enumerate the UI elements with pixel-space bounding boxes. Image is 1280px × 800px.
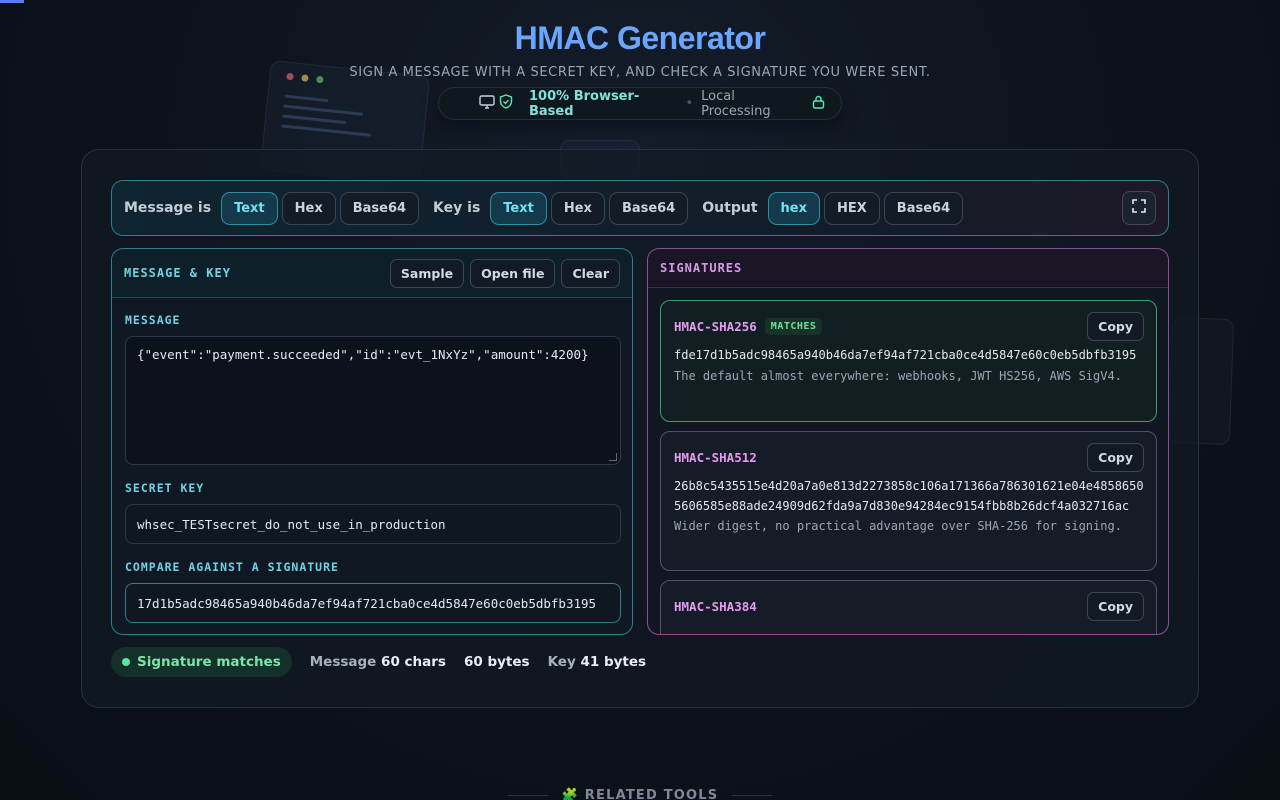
message-format-text[interactable]: Text (221, 191, 278, 225)
message-format-base64[interactable]: Base64 (339, 191, 420, 225)
compare-signature-label: COMPARE AGAINST A SIGNATURE (125, 560, 339, 574)
message-length-stat: Message 60 chars (310, 654, 446, 670)
key-format-base64[interactable]: Base64 (608, 191, 689, 225)
key-length-stat: Key 41 bytes (548, 654, 647, 670)
secret-key-input[interactable]: whsec_TESTsecret_do_not_use_in_productio… (125, 504, 621, 544)
output-format-base64[interactable]: Base64 (883, 191, 964, 225)
output-format-hex-upper[interactable]: HEX (823, 191, 880, 225)
key-length-value: 41 bytes (580, 654, 647, 670)
top-accent-bar (0, 0, 24, 3)
status-bar: Signature matches Message 60 chars 60 by… (111, 647, 646, 677)
hero: HMAC Generator Sign a message with a sec… (0, 20, 1280, 80)
message-bytes-value: 60 bytes (463, 654, 530, 670)
message-length-prefix: Message (309, 654, 377, 670)
match-status-text: Signature matches (137, 654, 281, 670)
fullscreen-button[interactable] (1122, 191, 1156, 225)
message-format-hex[interactable]: Hex (281, 191, 336, 225)
shield-check-icon (499, 94, 513, 113)
key-length-prefix: Key (547, 654, 576, 670)
related-tools-label: RELATED TOOLS (584, 788, 719, 800)
copy-sha384-button[interactable]: Copy (1087, 592, 1144, 621)
message-format-group: Text Hex Base64 (221, 191, 420, 225)
privacy-badge: 100% Browser-Based • Local Processing (438, 87, 842, 120)
signature-name: HMAC-SHA512 (674, 449, 757, 465)
signature-note: Wider digest, no practical advantage ove… (674, 519, 1122, 533)
message-key-panel-header: MESSAGE & KEY Sample Open file Clear (112, 249, 632, 298)
sample-button[interactable]: Sample (389, 258, 465, 288)
copy-sha512-button[interactable]: Copy (1087, 443, 1144, 472)
message-bytes-stat: 60 bytes (464, 654, 530, 670)
monitor-icon (479, 94, 495, 113)
message-value: {"event":"payment.succeeded","id":"evt_1… (137, 347, 589, 362)
secret-key-value: whsec_TESTsecret_do_not_use_in_productio… (137, 516, 446, 532)
message-length-value: 60 chars (381, 654, 446, 670)
page-title: HMAC Generator (514, 20, 766, 56)
related-tools-heading: 🧩 RELATED TOOLS (0, 788, 1280, 800)
key-format-label: Key is (433, 200, 481, 216)
message-label: MESSAGE (125, 313, 181, 327)
badge-local-processing: Local Processing (701, 88, 771, 119)
signatures-panel-header: SIGNATURES (648, 249, 1168, 288)
message-key-panel: MESSAGE & KEY Sample Open file Clear MES… (111, 248, 633, 635)
output-format-hex-lower[interactable]: hex (767, 191, 820, 225)
status-dot (122, 658, 130, 666)
copy-sha256-button[interactable]: Copy (1087, 312, 1144, 341)
matches-badge: MATCHES (764, 317, 823, 335)
fullscreen-icon (1131, 198, 1147, 218)
signature-note: The default almost everywhere: webhooks,… (674, 368, 1122, 383)
open-file-button[interactable]: Open file (470, 258, 556, 288)
match-status-badge: Signature matches (111, 647, 292, 677)
page-subtitle: Sign a message with a secret key, and ch… (349, 65, 931, 80)
signature-name: HMAC-SHA384 (674, 598, 757, 614)
key-format-text[interactable]: Text (490, 191, 547, 225)
output-format-group: hex HEX Base64 (767, 191, 964, 225)
signature-hex[interactable]: fde17d1b5adc98465a940b46da7ef94af721cba0… (674, 346, 1144, 366)
badge-browser-based: 100% Browser-Based (529, 88, 640, 119)
badge-separator: • (685, 96, 694, 111)
message-key-panel-title: MESSAGE & KEY (124, 266, 231, 280)
lock-icon (812, 95, 825, 113)
signature-card-sha512: HMAC-SHA512 Copy 26b8c5435515e4d20a7a0e8… (660, 431, 1157, 571)
signature-name: HMAC-SHA256 (674, 318, 757, 334)
compare-signature-value: 17d1b5adc98465a940b46da7ef94af721cba0ce4… (137, 595, 597, 611)
key-format-group: Text Hex Base64 (490, 191, 689, 225)
signature-hex[interactable]: 26b8c5435515e4d20a7a0e813d2273858c106a17… (674, 477, 1144, 516)
output-format-label: Output (702, 200, 758, 216)
compare-signature-input[interactable]: 17d1b5adc98465a940b46da7ef94af721cba0ce4… (125, 583, 621, 623)
message-format-label: Message is (124, 200, 212, 216)
clear-button[interactable]: Clear (561, 258, 620, 288)
signatures-panel-title: SIGNATURES (660, 261, 743, 275)
key-format-hex[interactable]: Hex (550, 191, 605, 225)
signatures-panel: SIGNATURES HMAC-SHA256 MATCHES Copy fde1… (647, 248, 1169, 635)
signature-card-sha256: HMAC-SHA256 MATCHES Copy fde17d1b5adc984… (660, 300, 1157, 422)
secret-key-label: SECRET KEY (125, 481, 205, 495)
message-textarea[interactable]: {"event":"payment.succeeded","id":"evt_1… (125, 336, 621, 465)
format-toolbar: Message is Text Hex Base64 Key is Text H… (111, 180, 1169, 236)
resize-handle[interactable] (609, 453, 617, 461)
puzzle-icon: 🧩 (561, 788, 580, 800)
signature-card-sha384: HMAC-SHA384 Copy (660, 580, 1157, 634)
